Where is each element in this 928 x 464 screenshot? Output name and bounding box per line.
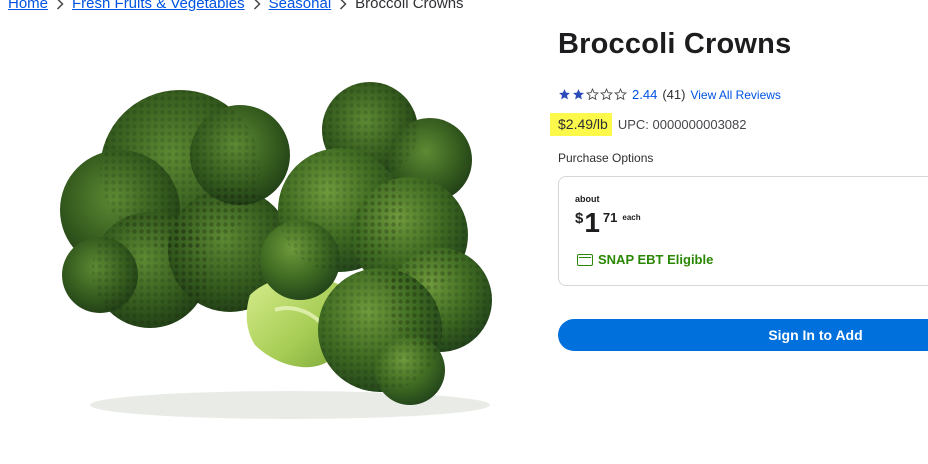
star-empty-icon	[614, 88, 627, 101]
breadcrumb-seasonal[interactable]: Seasonal	[269, 0, 332, 12]
item-price: $ 1 71 each	[575, 207, 641, 239]
star-rating[interactable]	[558, 88, 627, 101]
view-all-reviews-link[interactable]: View All Reviews	[690, 88, 780, 102]
purchase-option-card[interactable]: about $ 1 71 each SNAP EBT Eligible	[558, 176, 928, 286]
breadcrumb: Home Fresh Fruits & Vegetables Seasonal …	[8, 0, 464, 13]
price-currency: $	[575, 210, 584, 227]
breadcrumb-home[interactable]: Home	[8, 0, 48, 12]
price-dollars: 1	[584, 207, 600, 238]
sign-in-to-add-button[interactable]: Sign In to Add	[558, 319, 928, 351]
ebt-card-icon	[577, 253, 593, 266]
rating-row: 2.44 (41) View All Reviews	[558, 87, 781, 102]
unit-price: $2.49/lb	[550, 113, 612, 136]
star-empty-icon	[586, 88, 599, 101]
product-title: Broccoli Crowns	[558, 28, 792, 60]
star-empty-icon	[600, 88, 613, 101]
sign-in-to-add-label: Sign In to Add	[768, 327, 863, 343]
snap-ebt-badge: SNAP EBT Eligible	[577, 252, 713, 267]
price-each: each	[622, 213, 641, 222]
breadcrumb-fresh-fruits-vegetables[interactable]: Fresh Fruits & Vegetables	[72, 0, 245, 12]
chevron-right-icon	[48, 0, 72, 12]
star-filled-icon	[573, 89, 584, 100]
product-image[interactable]	[40, 60, 510, 430]
broccoli-image	[60, 82, 492, 419]
review-count: (41)	[662, 87, 686, 102]
purchase-options-label: Purchase Options	[558, 151, 654, 165]
upc-code: UPC: 0000000003082	[617, 117, 747, 132]
rating-value: 2.44	[632, 87, 658, 102]
breadcrumb-current: Broccoli Crowns	[355, 0, 464, 12]
about-label: about	[575, 194, 600, 204]
price-cents: 71	[602, 210, 618, 225]
star-filled-icon	[559, 89, 570, 100]
chevron-right-icon	[245, 0, 269, 12]
snap-ebt-label: SNAP EBT Eligible	[598, 252, 714, 267]
price-row: $2.49/lb UPC: 0000000003082	[550, 113, 747, 136]
chevron-right-icon	[331, 0, 355, 12]
